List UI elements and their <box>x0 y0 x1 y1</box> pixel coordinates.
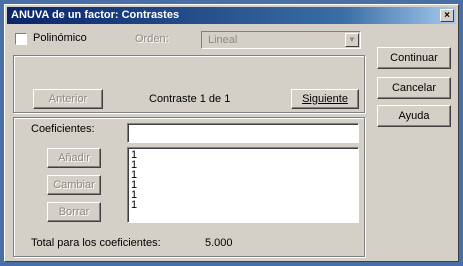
previous-button[interactable]: Anterior <box>33 89 103 109</box>
change-button[interactable]: Cambiar <box>47 175 101 195</box>
coefficients-list[interactable]: 1 1 1 1 1 1 <box>127 147 359 223</box>
total-value: 5.000 <box>205 237 233 249</box>
degree-select[interactable]: Lineal ▼ <box>201 31 361 49</box>
degree-value: Lineal <box>208 34 238 46</box>
contrast-counter: Contraste 1 de 1 <box>149 93 231 105</box>
next-button[interactable]: Siguiente <box>291 89 359 109</box>
polynomial-label[interactable]: Polinómico <box>33 32 87 44</box>
list-item[interactable]: 1 <box>128 160 358 171</box>
polynomial-checkbox[interactable] <box>15 33 27 45</box>
title-bar[interactable]: ANUVA de un factor: Contrastes × <box>7 7 456 24</box>
coefficients-label: Coeficientes: <box>31 123 95 135</box>
help-button[interactable]: Ayuda <box>377 105 451 127</box>
cancel-button[interactable]: Cancelar <box>377 77 451 99</box>
window-title: ANUVA de un factor: Contrastes <box>11 9 180 21</box>
continue-button[interactable]: Continuar <box>377 47 451 69</box>
list-item[interactable]: 1 <box>128 170 358 181</box>
chevron-down-icon[interactable]: ▼ <box>345 33 359 47</box>
remove-button[interactable]: Borrar <box>47 202 101 222</box>
list-item[interactable]: 1 <box>128 200 358 211</box>
coefficient-input[interactable] <box>127 123 359 143</box>
total-label: Total para los coeficientes: <box>31 237 161 249</box>
close-icon: × <box>444 10 450 21</box>
list-item[interactable]: 1 <box>128 150 358 161</box>
close-button[interactable]: × <box>440 9 454 22</box>
contrasts-dialog: ANUVA de un factor: Contrastes × Polinóm… <box>4 4 459 262</box>
add-button[interactable]: Añadir <box>47 148 101 168</box>
list-item[interactable]: 1 <box>128 190 358 201</box>
list-item[interactable]: 1 <box>128 180 358 191</box>
degree-label: Orden: <box>135 33 169 45</box>
